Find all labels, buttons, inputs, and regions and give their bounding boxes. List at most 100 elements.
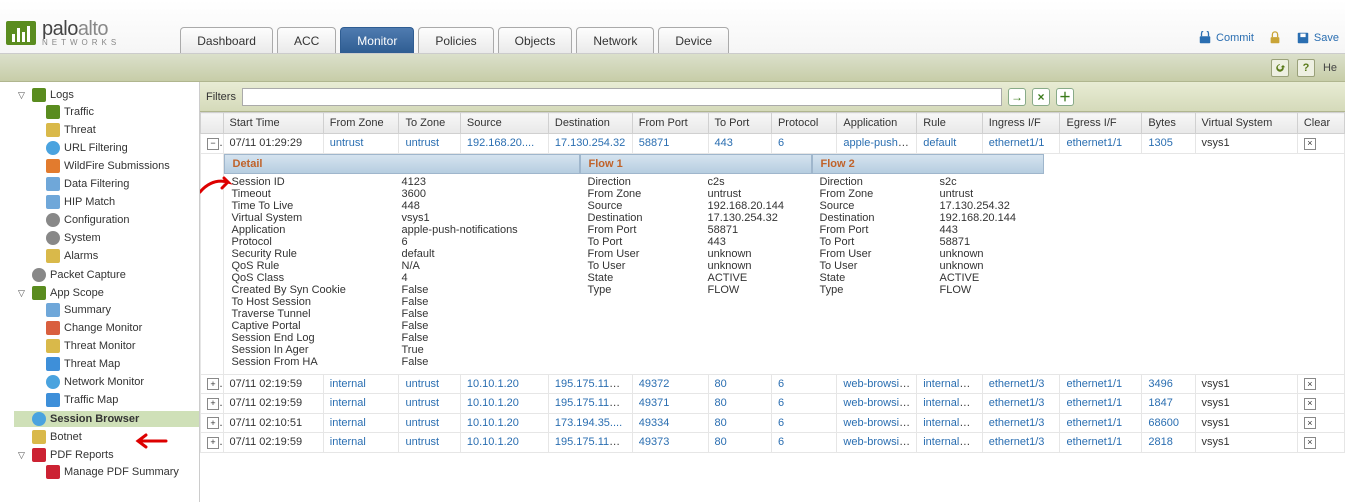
- cell-link[interactable]: ethernet1/1: [1066, 436, 1122, 448]
- cell-link[interactable]: 10.10.1.20: [467, 436, 519, 448]
- cell-link[interactable]: 10.10.1.20: [467, 378, 519, 390]
- cell-link[interactable]: 80: [715, 436, 727, 448]
- cell-link[interactable]: 192.168.20....: [467, 137, 534, 149]
- expand-icon[interactable]: +: [207, 398, 219, 410]
- collapse-icon[interactable]: −: [207, 138, 219, 150]
- clear-session-button[interactable]: ×: [1304, 417, 1316, 429]
- sidebar-item-url-filtering[interactable]: URL Filtering: [28, 140, 199, 156]
- sidebar-item-pdf-reports[interactable]: ▽PDF Reports: [14, 447, 199, 463]
- col-bytes[interactable]: Bytes: [1142, 113, 1195, 134]
- cell-link[interactable]: 6: [778, 397, 784, 409]
- help-icon[interactable]: ?: [1297, 59, 1315, 77]
- cell-link[interactable]: web-browsing: [843, 436, 911, 448]
- cell-link[interactable]: ethernet1/3: [989, 397, 1045, 409]
- cell-link[interactable]: ethernet1/1: [989, 137, 1045, 149]
- cell-link[interactable]: ethernet1/3: [989, 417, 1045, 429]
- cell-link[interactable]: default: [923, 137, 956, 149]
- col-from-port[interactable]: From Port: [632, 113, 708, 134]
- filter-apply-button[interactable]: →: [1008, 88, 1026, 106]
- cell-link[interactable]: 6: [778, 417, 784, 429]
- cell-link[interactable]: untrust: [405, 137, 439, 149]
- cell-link[interactable]: untrust: [330, 137, 364, 149]
- sidebar-item-threat-map[interactable]: Threat Map: [28, 356, 199, 372]
- cell-link[interactable]: ethernet1/1: [1066, 397, 1122, 409]
- tab-acc[interactable]: ACC: [277, 27, 336, 53]
- filter-add-button[interactable]: ＋: [1056, 88, 1074, 106]
- sidebar-item-hip-match[interactable]: HIP Match: [28, 194, 199, 210]
- cell-link[interactable]: 195.175.116....: [555, 378, 628, 390]
- cell-link[interactable]: 17.130.254.32: [555, 137, 625, 149]
- cell-link[interactable]: 49373: [639, 436, 670, 448]
- cell-link[interactable]: ethernet1/1: [1066, 137, 1122, 149]
- sidebar-item-change-monitor[interactable]: Change Monitor: [28, 320, 199, 336]
- cell-link[interactable]: web-browsing: [843, 397, 911, 409]
- cell-link[interactable]: 6: [778, 137, 784, 149]
- cell-link[interactable]: 68600: [1148, 417, 1179, 429]
- cell-link[interactable]: 49372: [639, 378, 670, 390]
- cell-link[interactable]: 80: [715, 397, 727, 409]
- cell-link[interactable]: internal: [330, 397, 366, 409]
- col-ingress-i-f[interactable]: Ingress I/F: [982, 113, 1060, 134]
- sidebar-item-alarms[interactable]: Alarms: [28, 248, 199, 264]
- col-from-zone[interactable]: From Zone: [323, 113, 399, 134]
- cell-link[interactable]: 49371: [639, 397, 670, 409]
- sidebar-item-traffic-map[interactable]: Traffic Map: [28, 392, 199, 408]
- sidebar-item-configuration[interactable]: Configuration: [28, 212, 199, 228]
- sidebar-item-app-scope[interactable]: ▽App Scope: [14, 285, 199, 301]
- cell-link[interactable]: internal_i...: [923, 436, 977, 448]
- tab-monitor[interactable]: Monitor: [340, 27, 414, 53]
- cell-link[interactable]: ethernet1/1: [1066, 417, 1122, 429]
- sidebar-item-traffic[interactable]: Traffic: [28, 104, 199, 120]
- col-to-port[interactable]: To Port: [708, 113, 771, 134]
- cell-link[interactable]: ethernet1/1: [1066, 378, 1122, 390]
- cell-link[interactable]: web-browsing: [843, 378, 911, 390]
- cell-link[interactable]: internal: [330, 417, 366, 429]
- sidebar-item-logs[interactable]: ▽Logs: [14, 87, 199, 103]
- sidebar-item-data-filtering[interactable]: Data Filtering: [28, 176, 199, 192]
- col-virtual-system[interactable]: Virtual System: [1195, 113, 1297, 134]
- col-source[interactable]: Source: [460, 113, 548, 134]
- cell-link[interactable]: 49334: [639, 417, 670, 429]
- commit-action[interactable]: Commit: [1198, 31, 1254, 45]
- cell-link[interactable]: untrust: [405, 378, 439, 390]
- lock-action[interactable]: [1268, 31, 1282, 45]
- expand-icon[interactable]: +: [207, 378, 219, 390]
- cell-link[interactable]: internal_i...: [923, 417, 977, 429]
- clear-session-button[interactable]: ×: [1304, 398, 1316, 410]
- cell-link[interactable]: 58871: [639, 137, 670, 149]
- col-start-time[interactable]: Start Time: [223, 113, 323, 134]
- col-expand[interactable]: [201, 113, 224, 134]
- col-protocol[interactable]: Protocol: [771, 113, 836, 134]
- cell-link[interactable]: 10.10.1.20: [467, 397, 519, 409]
- cell-link[interactable]: 1847: [1148, 397, 1172, 409]
- sidebar-item-system[interactable]: System: [28, 230, 199, 246]
- clear-session-button[interactable]: ×: [1304, 437, 1316, 449]
- cell-link[interactable]: untrust: [405, 397, 439, 409]
- cell-link[interactable]: untrust: [405, 436, 439, 448]
- cell-link[interactable]: 2818: [1148, 436, 1172, 448]
- sidebar-item-summary[interactable]: Summary: [28, 302, 199, 318]
- tab-policies[interactable]: Policies: [418, 27, 493, 53]
- sidebar-item-session-browser[interactable]: Session Browser: [14, 411, 199, 427]
- cell-link[interactable]: internal: [330, 378, 366, 390]
- cell-link[interactable]: internal_i...: [923, 378, 977, 390]
- cell-link[interactable]: 10.10.1.20: [467, 417, 519, 429]
- cell-link[interactable]: apple-push-notific...: [843, 137, 916, 149]
- cell-link[interactable]: 6: [778, 378, 784, 390]
- cell-link[interactable]: internal: [330, 436, 366, 448]
- col-application[interactable]: Application: [837, 113, 917, 134]
- col-egress-i-f[interactable]: Egress I/F: [1060, 113, 1142, 134]
- sidebar-item-network-monitor[interactable]: Network Monitor: [28, 374, 199, 390]
- expand-icon[interactable]: +: [207, 437, 219, 449]
- cell-link[interactable]: 1305: [1148, 137, 1172, 149]
- cell-link[interactable]: untrust: [405, 417, 439, 429]
- col-destination[interactable]: Destination: [548, 113, 632, 134]
- tab-device[interactable]: Device: [658, 27, 729, 53]
- tab-dashboard[interactable]: Dashboard: [180, 27, 273, 53]
- sidebar-item-botnet[interactable]: Botnet: [14, 429, 199, 445]
- expand-icon[interactable]: +: [207, 417, 219, 429]
- cell-link[interactable]: ethernet1/3: [989, 378, 1045, 390]
- col-rule[interactable]: Rule: [917, 113, 982, 134]
- cell-link[interactable]: web-browsing: [843, 417, 911, 429]
- save-action[interactable]: Save: [1296, 31, 1339, 45]
